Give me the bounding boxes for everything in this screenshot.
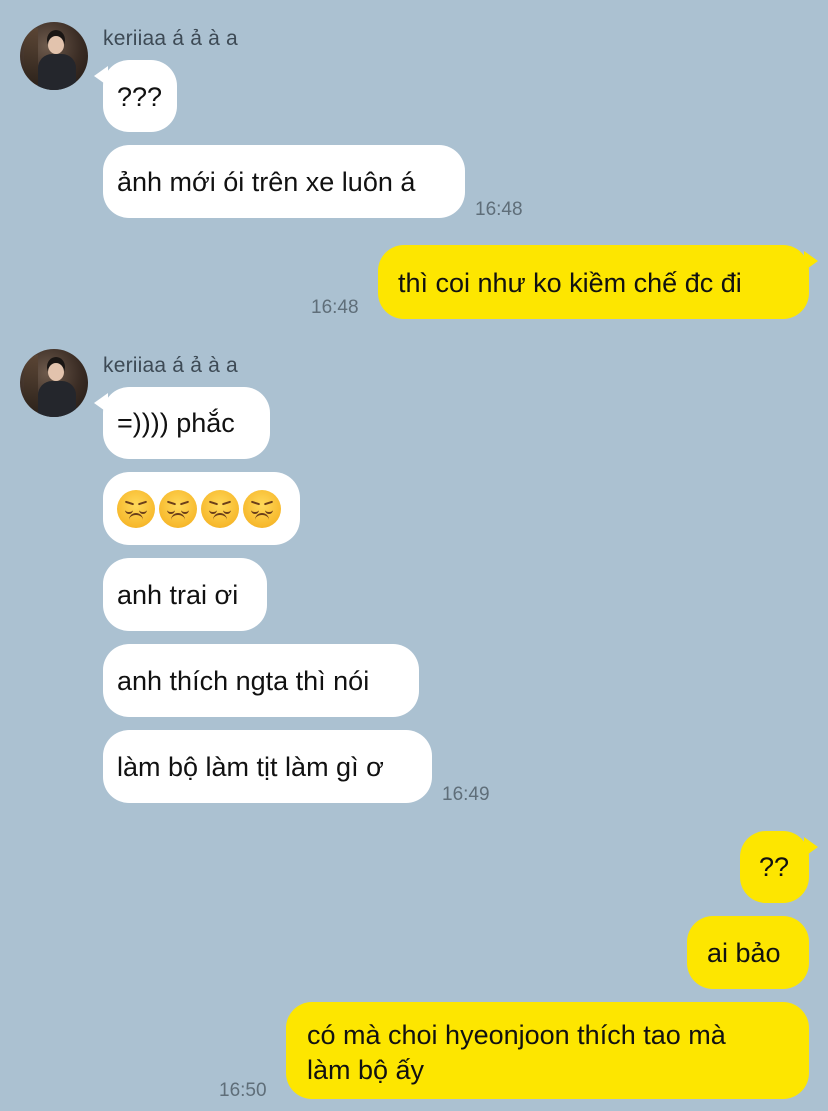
message-text: thì coi như ko kiềm chế đc đi	[398, 268, 742, 298]
message-timestamp: 16:50	[219, 1080, 267, 1101]
sender-name: keriiaa á ả à a	[103, 354, 238, 377]
message-bubble[interactable]: có mà choi hyeonjoon thích tao mà làm bộ…	[286, 1002, 809, 1099]
message-bubble[interactable]: làm bộ làm tịt làm gì ơ	[103, 730, 432, 803]
message-text-line: làm bộ ấy	[307, 1055, 425, 1085]
message-bubble[interactable]	[103, 472, 300, 545]
disappointed-face-icon	[117, 490, 155, 528]
message-timestamp: 16:48	[311, 297, 359, 318]
message-text: anh thích ngta thì nói	[117, 666, 370, 696]
disappointed-face-icon	[243, 490, 281, 528]
message-text: anh trai ơi	[117, 580, 239, 610]
message-text: ???	[117, 82, 163, 112]
contact-avatar[interactable]	[20, 349, 88, 417]
message-timestamp: 16:49	[442, 784, 490, 805]
bubble-tail	[804, 251, 818, 271]
disappointed-face-icon	[159, 490, 197, 528]
message-bubble[interactable]: anh trai ơi	[103, 558, 267, 631]
message-bubble[interactable]: ai bảo	[687, 916, 809, 989]
bubble-tail	[804, 837, 818, 857]
bubble-tail	[94, 393, 108, 413]
message-text: =)))) phắc	[117, 408, 235, 438]
message-bubble[interactable]: ???	[94, 60, 177, 132]
message-bubble[interactable]: thì coi như ko kiềm chế đc đi	[378, 245, 818, 319]
message-text: ai bảo	[707, 938, 781, 968]
message-text: ảnh mới ói trên xe luôn á	[117, 167, 416, 197]
sender-name: keriiaa á ả à a	[103, 27, 238, 50]
message-bubble[interactable]: anh thích ngta thì nói	[103, 644, 419, 717]
message-bubble[interactable]: =)))) phắc	[94, 387, 270, 459]
message-bubble[interactable]: ??	[740, 831, 818, 903]
message-timestamp: 16:48	[475, 199, 523, 220]
contact-avatar[interactable]	[20, 22, 88, 90]
disappointed-face-icon	[201, 490, 239, 528]
message-text-line: có mà choi hyeonjoon thích tao mà	[307, 1020, 726, 1050]
emoji-row	[117, 490, 281, 528]
bubble-tail	[94, 66, 108, 86]
message-text: ??	[759, 852, 790, 882]
message-text: làm bộ làm tịt làm gì ơ	[117, 752, 384, 782]
message-bubble[interactable]: ảnh mới ói trên xe luôn á	[103, 145, 465, 218]
